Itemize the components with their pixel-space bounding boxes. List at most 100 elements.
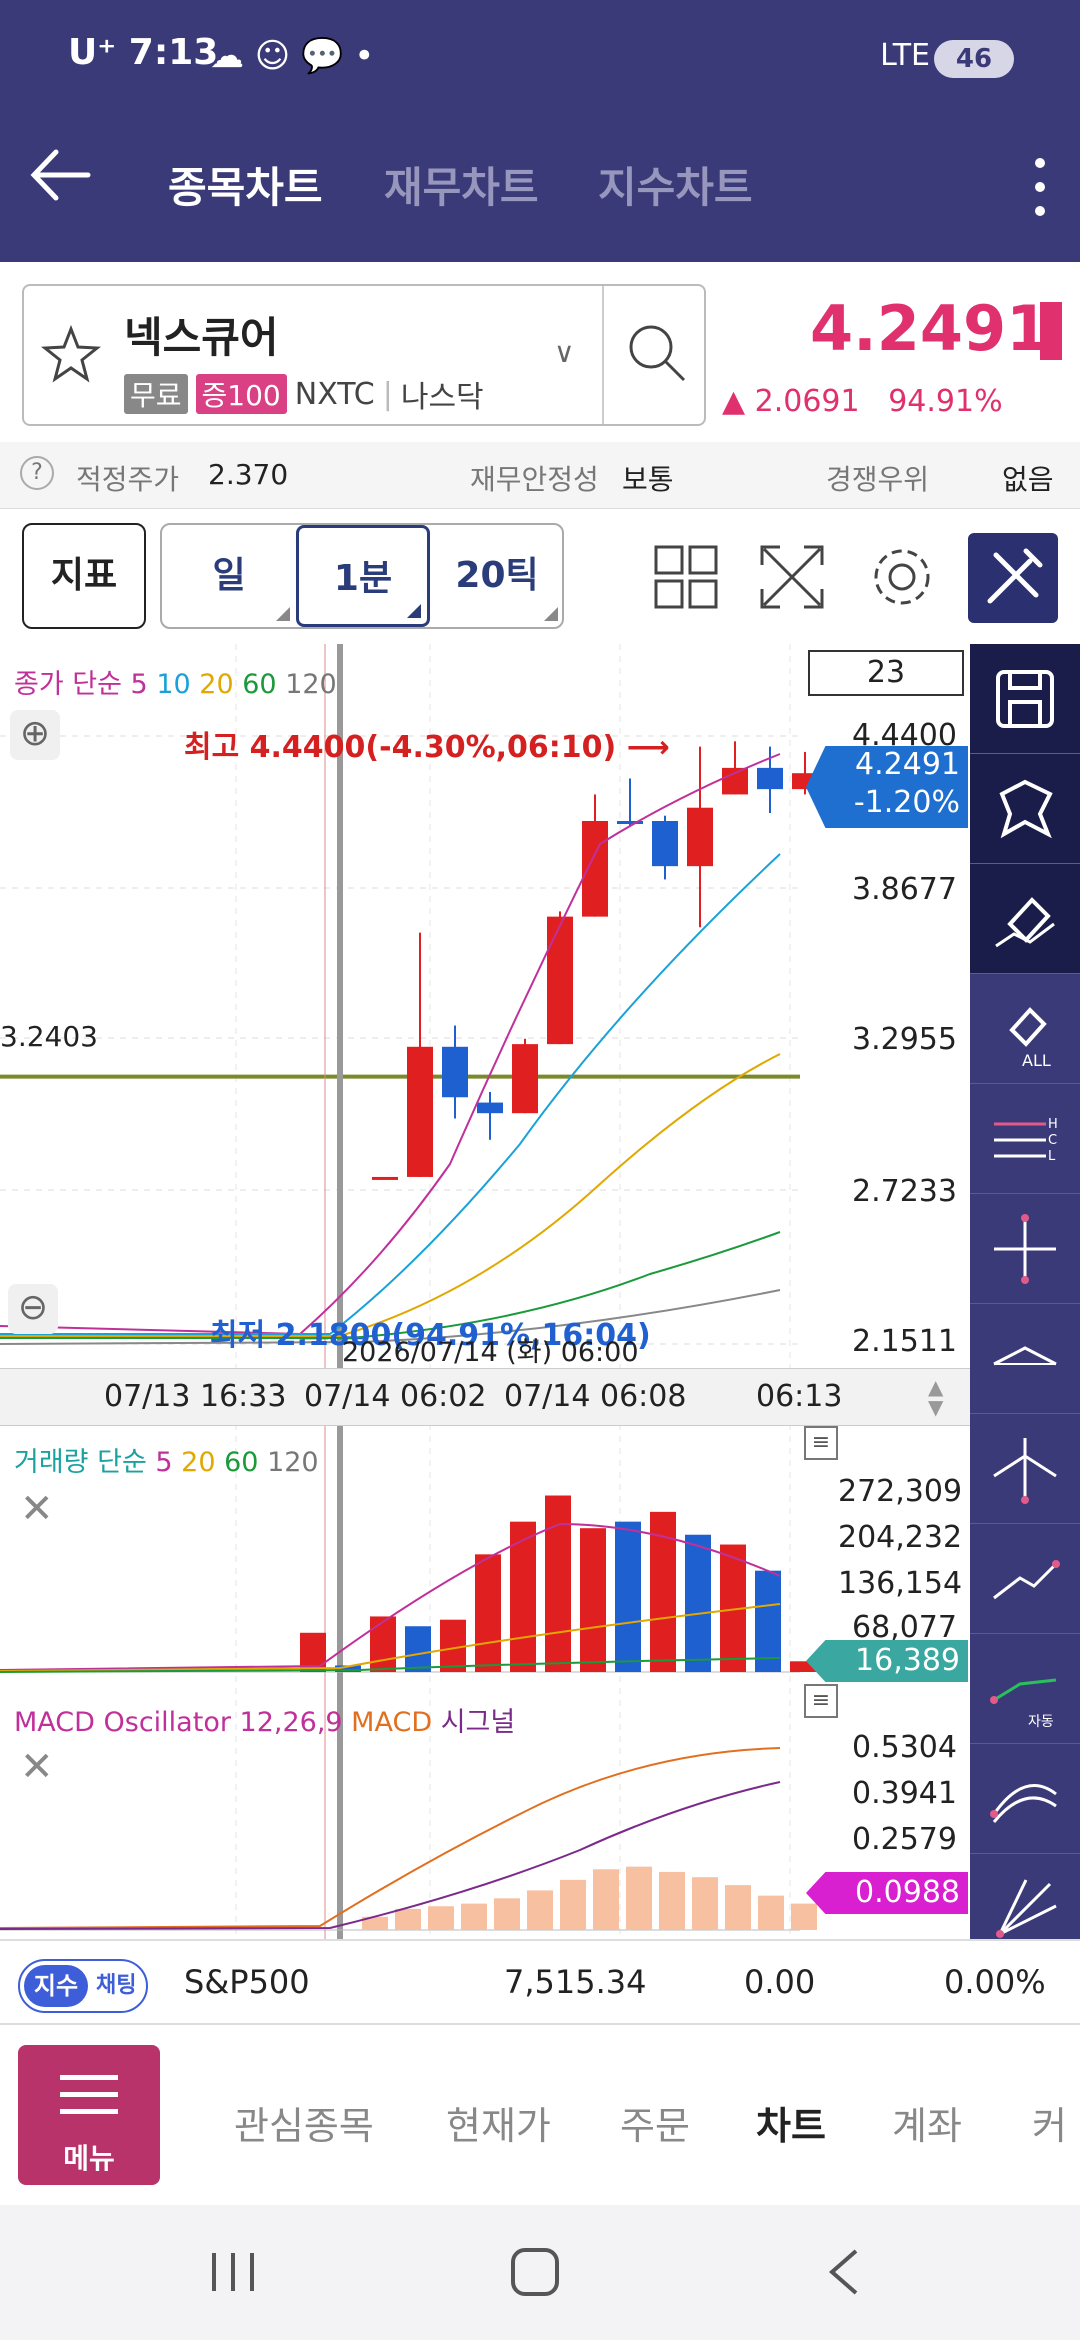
stock-tags: 무료 증100 NXTC | 나스닥 [124, 372, 484, 416]
drawing-tool-strip: ALL HCL 자동 [970, 644, 1080, 1939]
volume-tick-1: 272,309 [838, 1474, 963, 1509]
x-tick-4: 06:13 [756, 1379, 843, 1414]
period-20tick-button[interactable]: 20틱 [430, 525, 564, 627]
crosshair-date: 2026/07/14 (화) 06:00 [342, 1337, 639, 1368]
y-tick-2: 3.8677 [852, 872, 957, 907]
auto-trend-tool[interactable]: 자동 [970, 1634, 1080, 1744]
zoom-out-icon[interactable]: ⊖ [8, 1284, 58, 1334]
fan-tool[interactable] [970, 1744, 1080, 1854]
stock-summary: 넥스큐어 무료 증100 NXTC | 나스닥 ∨ 4.2491 ▲ 2.069… [0, 262, 1080, 442]
legend-ma60: 60 [242, 669, 277, 700]
signal-icon: LTE [880, 38, 930, 73]
pin-tool[interactable] [970, 754, 1080, 864]
svg-text:ALL: ALL [1022, 1051, 1051, 1070]
macd-hist-bar-8 [527, 1890, 553, 1930]
toggle-chat[interactable]: 채팅 [96, 1965, 136, 2007]
hlc-tool[interactable]: HCL [970, 1084, 1080, 1194]
price-change-amount: ▲ 2.0691 [722, 384, 860, 419]
macd-tick-2: 0.3941 [852, 1776, 957, 1811]
legend-ma120: 120 [285, 669, 337, 700]
back-icon[interactable] [818, 2245, 872, 2299]
recent-apps-icon[interactable] [206, 2245, 260, 2299]
more-menu-icon[interactable] [1030, 150, 1050, 230]
price-ma-legend: 종가 단순 5 10 20 60 120 [14, 662, 337, 701]
toggle-index[interactable]: 지수 [24, 1965, 88, 2007]
crosshair-icon [994, 1214, 1056, 1284]
stock-name: 넥스큐어 [124, 313, 279, 362]
chart-canvas[interactable] [0, 644, 970, 1939]
nav-account[interactable]: 계좌 [892, 2095, 962, 2150]
close-volume-icon[interactable]: ✕ [20, 1486, 54, 1532]
high-price-annotation: 최고 4.4400(-4.30%,06:10) ⟶ [184, 730, 670, 765]
legend-volume-title: 거래량 단순 [14, 1447, 147, 1478]
nav-chart[interactable]: 차트 [756, 2095, 826, 2150]
drawing-tools-button[interactable] [968, 533, 1058, 623]
nav-more-partial[interactable]: 커 [1032, 2095, 1067, 2150]
candle-body-11 [687, 807, 713, 867]
macd-legend: MACD Oscillator 12,26,9 MACD 시그널 [14, 1700, 515, 1739]
macd-hist-bar-13 [692, 1877, 718, 1930]
indicator-button[interactable]: 지표 [22, 523, 146, 629]
candle-count-box[interactable]: 23 [808, 650, 964, 696]
period-1min-button[interactable]: 1분 [296, 525, 430, 627]
arc-tool[interactable] [970, 1304, 1080, 1414]
tab-index-chart[interactable]: 지수차트 [598, 154, 753, 215]
status-time: U⁺ 7:13 [68, 32, 219, 73]
tab-financial-chart[interactable]: 재무차트 [384, 154, 539, 215]
menu-button[interactable]: 메뉴 [18, 2045, 160, 2185]
nav-current-price[interactable]: 현재가 [446, 2095, 551, 2150]
competitive-value: 없음 [1002, 463, 1054, 496]
search-button[interactable] [602, 286, 706, 424]
eraser-tool[interactable] [970, 864, 1080, 974]
period-day-button[interactable]: 일 [162, 525, 296, 627]
fair-price-value: 2.370 [208, 458, 289, 491]
price-indicator-bar [1040, 302, 1062, 360]
fullscreen-icon[interactable] [752, 537, 832, 617]
home-icon[interactable] [508, 2245, 562, 2299]
y-tick-4: 2.7233 [852, 1174, 957, 1209]
macd-hist-bar-10 [593, 1869, 619, 1930]
svg-text:C: C [1048, 1133, 1057, 1148]
price-change-pct: 94.91% [888, 384, 1003, 419]
zoom-in-icon[interactable]: ⊕ [10, 710, 60, 760]
pivot-tool[interactable] [970, 1414, 1080, 1524]
volume-menu-icon[interactable]: ≡ [804, 1426, 838, 1460]
volume-bar-21 [755, 1570, 781, 1672]
left-price-label: 3.2403 [0, 1020, 98, 1053]
chevron-down-icon[interactable]: ∨ [554, 336, 575, 369]
x-axis[interactable]: 07/13 16:33 07/14 06:02 07/14 06:08 06:1… [0, 1368, 970, 1426]
x-tick-3: 07/14 06:08 [504, 1379, 687, 1414]
save-tool[interactable] [970, 644, 1080, 754]
chart-area[interactable]: 종가 단순 5 10 20 60 120 ⊕ 23 최고 4.4400(-4.3… [0, 644, 1080, 1939]
stock-selector[interactable]: 넥스큐어 무료 증100 NXTC | 나스닥 ∨ [22, 284, 706, 426]
macd-hist-bar-5 [428, 1906, 454, 1930]
tab-stock-chart[interactable]: 종목차트 [168, 154, 323, 215]
fair-price-label: 적정주가 [76, 463, 180, 496]
grid-layout-icon[interactable] [646, 537, 726, 617]
scroll-updown-icon[interactable]: ▲ ▼ [928, 1377, 943, 1417]
back-arrow-icon[interactable] [26, 140, 96, 210]
index-chat-toggle[interactable]: 지수 채팅 [18, 1959, 148, 2013]
margin-tag: 증100 [195, 374, 287, 414]
macd-tick-3: 0.2579 [852, 1822, 957, 1857]
legend-vol20: 20 [181, 1447, 216, 1478]
index-ticker[interactable]: 지수 채팅 S&P500 7,515.34 0.00 0.00% [0, 1939, 1080, 2025]
eraser-icon [995, 897, 1055, 948]
header-bar: 종목차트 재무차트 지수차트 [0, 110, 1080, 262]
auto-trend-icon: 자동 [990, 1678, 1057, 1730]
help-icon[interactable]: ? [20, 456, 54, 490]
trendline-tool[interactable] [970, 1524, 1080, 1634]
macd-menu-icon[interactable]: ≡ [804, 1684, 838, 1718]
close-macd-icon[interactable]: ✕ [20, 1744, 54, 1790]
star-icon[interactable] [40, 324, 102, 386]
nav-order[interactable]: 주문 [620, 2095, 690, 2150]
candle-body-7 [547, 916, 573, 1045]
erase-all-tool[interactable]: ALL [970, 974, 1080, 1084]
gear-icon[interactable] [862, 537, 942, 617]
tools-icon [987, 548, 1043, 604]
crosshair-tool[interactable] [970, 1194, 1080, 1304]
nav-watchlist[interactable]: 관심종목 [234, 2095, 374, 2150]
legend-ma5: 5 [130, 669, 148, 700]
volume-bar-15 [545, 1495, 571, 1672]
stock-code: NXTC [294, 376, 375, 412]
